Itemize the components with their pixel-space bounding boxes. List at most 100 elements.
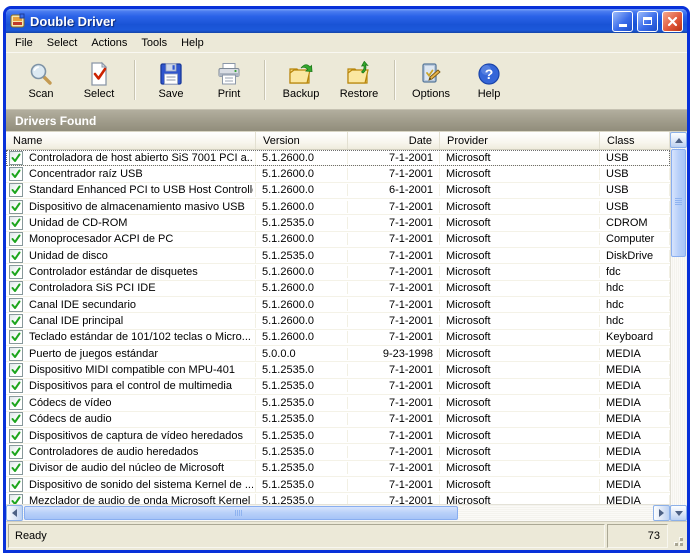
restore-button[interactable]: Restore xyxy=(330,57,388,103)
table-row[interactable]: Canal IDE principal 5.1.2600.0 7-1-2001 … xyxy=(6,313,670,329)
table-row[interactable]: Mezclador de audio de onda Microsoft Ker… xyxy=(6,493,670,504)
table-row[interactable]: Canal IDE secundario 5.1.2600.0 7-1-2001… xyxy=(6,297,670,313)
horizontal-scroll-track[interactable] xyxy=(458,505,653,521)
menu-select[interactable]: Select xyxy=(40,35,85,51)
menu-file[interactable]: File xyxy=(8,35,40,51)
print-button[interactable]: Print xyxy=(200,57,258,103)
table-row[interactable]: Teclado estándar de 101/102 teclas o Mic… xyxy=(6,330,670,346)
table-row[interactable]: Monoprocesador ACPI de PC 5.1.2600.0 7-1… xyxy=(6,232,670,248)
driver-provider: Microsoft xyxy=(440,152,600,164)
scroll-right-button[interactable] xyxy=(653,505,670,521)
table-row[interactable]: Dispositivos para el control de multimed… xyxy=(6,379,670,395)
driver-provider: Microsoft xyxy=(440,233,600,245)
table-row[interactable]: Dispositivo MIDI compatible con MPU-401 … xyxy=(6,362,670,378)
driver-provider: Microsoft xyxy=(440,217,600,229)
driver-version: 5.1.2535.0 xyxy=(256,462,348,474)
select-button[interactable]: Select xyxy=(70,57,128,103)
driver-checkbox[interactable] xyxy=(9,445,23,459)
vertical-scrollbar[interactable] xyxy=(670,132,687,521)
driver-checkbox[interactable] xyxy=(9,363,23,377)
menu-help[interactable]: Help xyxy=(174,35,211,51)
driver-version: 5.1.2600.0 xyxy=(256,201,348,213)
titlebar[interactable]: Double Driver xyxy=(6,9,687,33)
driver-checkbox[interactable] xyxy=(9,396,23,410)
column-header-version[interactable]: Version xyxy=(256,132,348,149)
driver-date: 7-1-2001 xyxy=(348,479,440,491)
window-title: Double Driver xyxy=(30,14,608,29)
table-row[interactable]: Divisor de audio del núcleo de Microsoft… xyxy=(6,461,670,477)
driver-class: USB xyxy=(600,201,670,213)
column-header-date[interactable]: Date xyxy=(348,132,440,149)
vertical-scroll-thumb[interactable] xyxy=(671,149,686,257)
close-button[interactable] xyxy=(662,11,683,32)
driver-checkbox[interactable] xyxy=(9,330,23,344)
table-row[interactable]: Controladores de audio heredados 5.1.253… xyxy=(6,444,670,460)
resize-grip[interactable] xyxy=(670,524,685,548)
driver-list: Controladora de host abierto SiS 7001 PC… xyxy=(6,150,670,504)
driver-checkbox[interactable] xyxy=(9,478,23,492)
driver-checkbox[interactable] xyxy=(9,494,23,504)
driver-checkbox[interactable] xyxy=(9,429,23,443)
help-button[interactable]: ? Help xyxy=(460,57,518,103)
table-row[interactable]: Unidad de CD-ROM 5.1.2535.0 7-1-2001 Mic… xyxy=(6,215,670,231)
table-row[interactable]: Controlador estándar de disquetes 5.1.26… xyxy=(6,264,670,280)
restore-label: Restore xyxy=(340,88,379,100)
check-icon xyxy=(11,283,21,293)
driver-checkbox[interactable] xyxy=(9,200,23,214)
column-header-provider[interactable]: Provider xyxy=(440,132,600,149)
table-row[interactable]: Controladora de host abierto SiS 7001 PC… xyxy=(6,150,670,166)
table-row[interactable]: Concentrador raíz USB 5.1.2600.0 7-1-200… xyxy=(6,166,670,182)
driver-checkbox[interactable] xyxy=(9,379,23,393)
vertical-scroll-track[interactable] xyxy=(670,258,687,505)
driver-name: Standard Enhanced PCI to USB Host Contro… xyxy=(29,184,253,196)
driver-version: 5.1.2600.0 xyxy=(256,168,348,180)
minimize-button[interactable] xyxy=(612,11,633,32)
driver-checkbox[interactable] xyxy=(9,347,23,361)
driver-provider: Microsoft xyxy=(440,380,600,392)
scroll-down-button[interactable] xyxy=(670,505,687,521)
driver-checkbox[interactable] xyxy=(9,281,23,295)
table-row[interactable]: Puerto de juegos estándar 5.0.0.0 9-23-1… xyxy=(6,346,670,362)
driver-class: USB xyxy=(600,184,670,196)
table-row[interactable]: Códecs de audio 5.1.2535.0 7-1-2001 Micr… xyxy=(6,412,670,428)
save-button[interactable]: Save xyxy=(142,57,200,103)
horizontal-scrollbar[interactable] xyxy=(6,504,670,521)
driver-checkbox[interactable] xyxy=(9,461,23,475)
scroll-left-button[interactable] xyxy=(6,505,23,521)
driver-version: 5.1.2535.0 xyxy=(256,413,348,425)
driver-checkbox[interactable] xyxy=(9,412,23,426)
driver-provider: Microsoft xyxy=(440,446,600,458)
menu-actions[interactable]: Actions xyxy=(84,35,134,51)
table-row[interactable]: Controladora SiS PCI IDE 5.1.2600.0 7-1-… xyxy=(6,281,670,297)
scroll-up-button[interactable] xyxy=(670,132,687,148)
column-header-class[interactable]: Class xyxy=(600,132,670,149)
driver-checkbox[interactable] xyxy=(9,249,23,263)
driver-checkbox[interactable] xyxy=(9,265,23,279)
table-row[interactable]: Unidad de disco 5.1.2535.0 7-1-2001 Micr… xyxy=(6,248,670,264)
driver-checkbox[interactable] xyxy=(9,298,23,312)
driver-date: 7-1-2001 xyxy=(348,462,440,474)
table-row[interactable]: Standard Enhanced PCI to USB Host Contro… xyxy=(6,183,670,199)
scan-button[interactable]: Scan xyxy=(12,57,70,103)
check-icon xyxy=(11,496,21,504)
table-row[interactable]: Dispositivo de sonido del sistema Kernel… xyxy=(6,477,670,493)
driver-checkbox[interactable] xyxy=(9,232,23,246)
horizontal-scroll-thumb[interactable] xyxy=(24,506,458,520)
driver-checkbox[interactable] xyxy=(9,167,23,181)
driver-provider: Microsoft xyxy=(440,250,600,262)
table-row[interactable]: Códecs de vídeo 5.1.2535.0 7-1-2001 Micr… xyxy=(6,395,670,411)
driver-checkbox[interactable] xyxy=(9,151,23,165)
menu-tools[interactable]: Tools xyxy=(134,35,174,51)
driver-checkbox[interactable] xyxy=(9,183,23,197)
backup-button[interactable]: Backup xyxy=(272,57,330,103)
driver-class: MEDIA xyxy=(600,479,670,491)
driver-checkbox[interactable] xyxy=(9,216,23,230)
maximize-button[interactable] xyxy=(637,11,658,32)
column-header-name[interactable]: Name xyxy=(6,132,256,149)
driver-checkbox[interactable] xyxy=(9,314,23,328)
table-row[interactable]: Dispositivos de captura de vídeo heredad… xyxy=(6,428,670,444)
check-icon xyxy=(11,349,21,359)
options-button[interactable]: Options xyxy=(402,57,460,103)
driver-provider: Microsoft xyxy=(440,266,600,278)
table-row[interactable]: Dispositivo de almacenamiento masivo USB… xyxy=(6,199,670,215)
